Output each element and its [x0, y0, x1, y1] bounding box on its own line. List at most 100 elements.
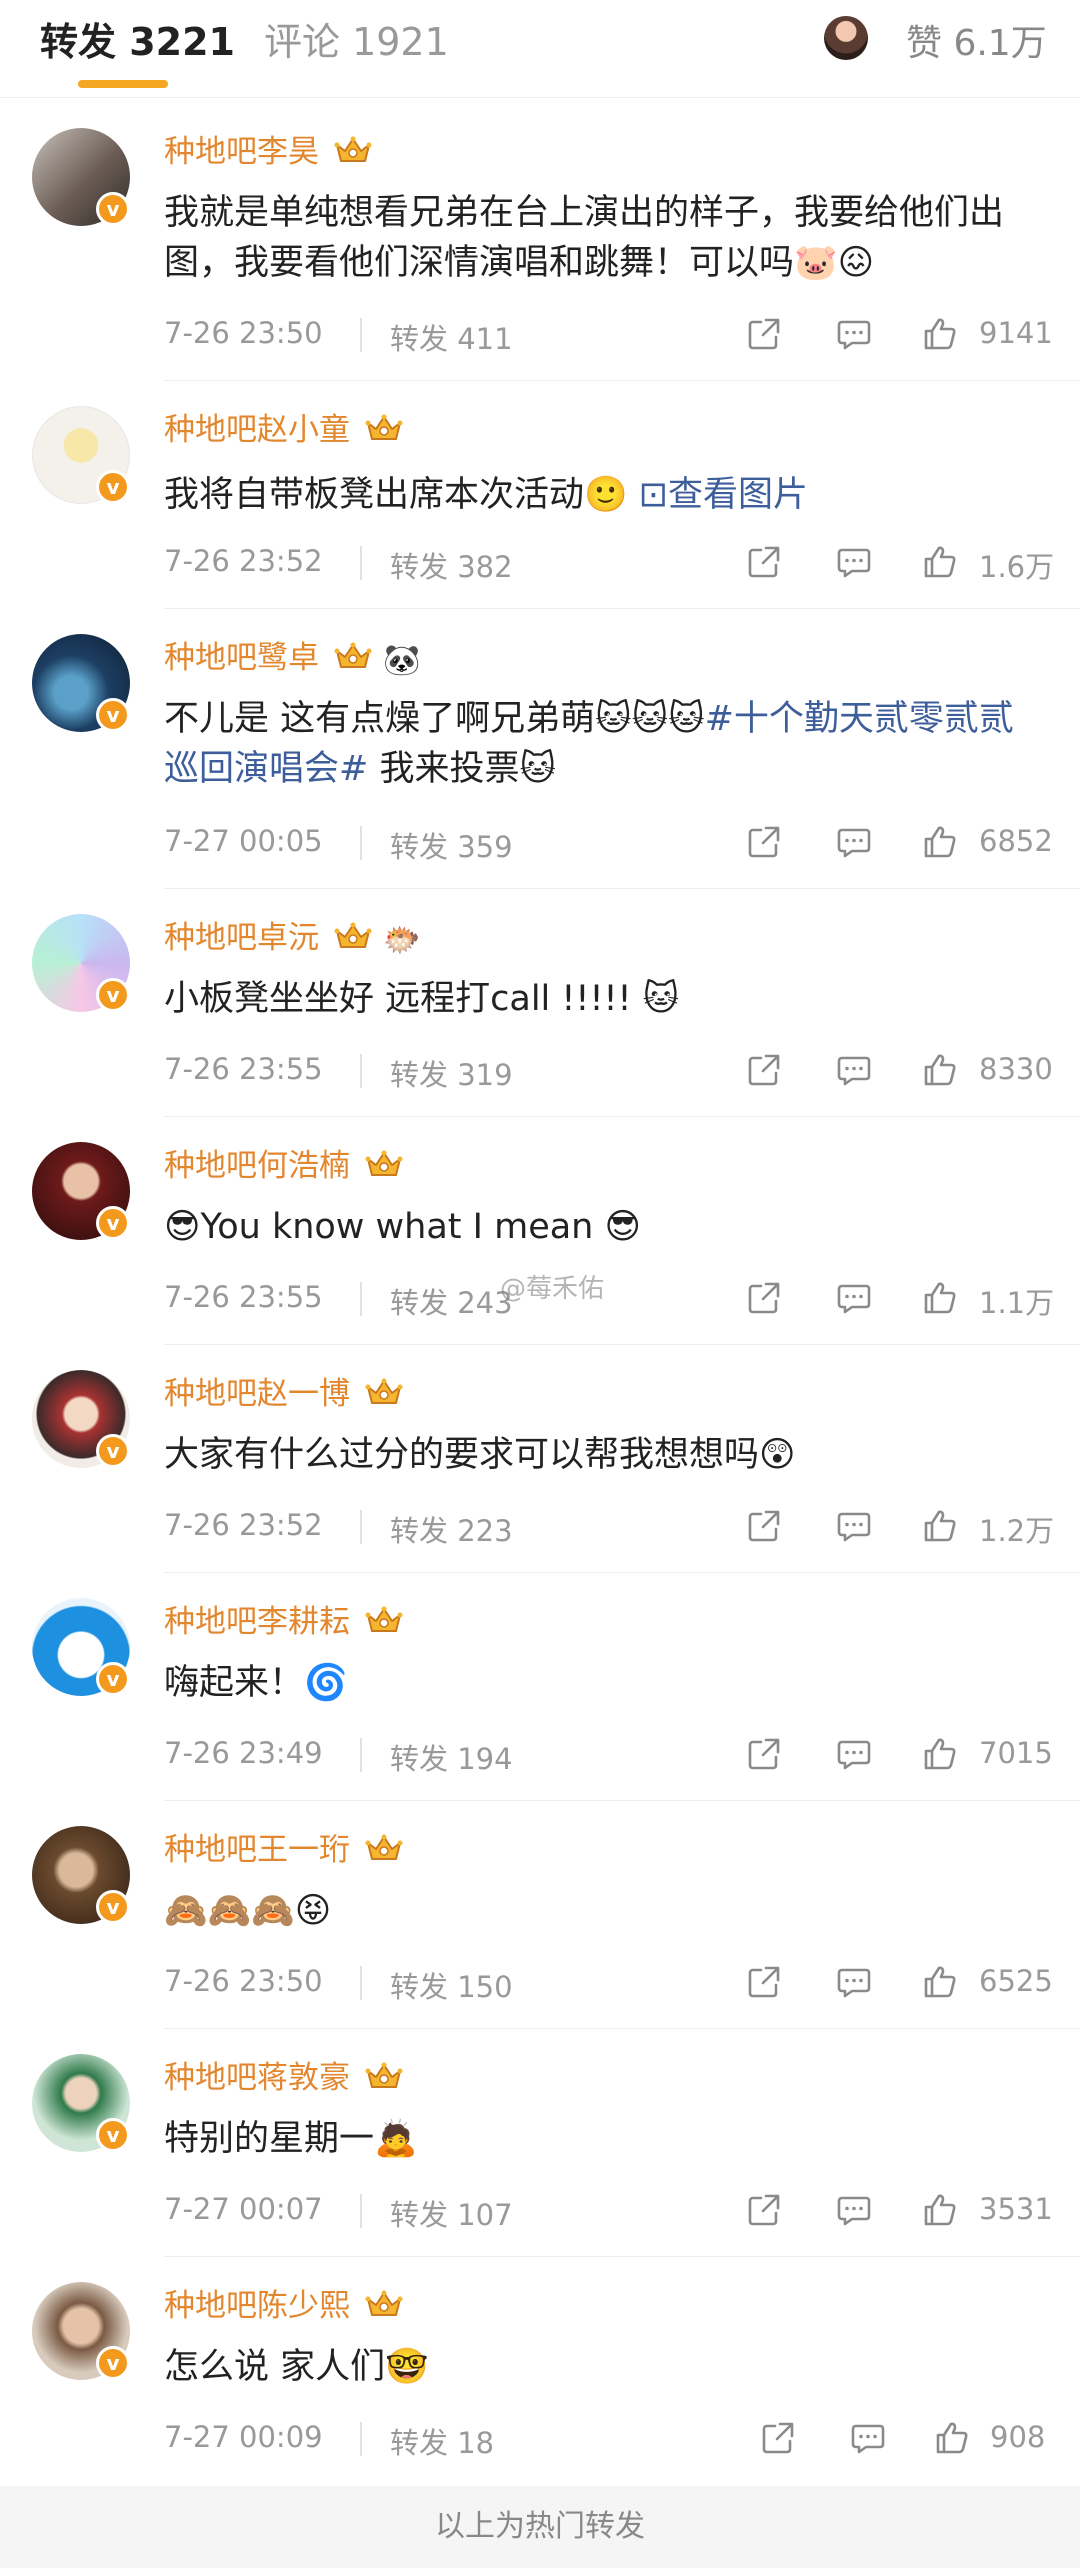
repost-text: 大家有什么过分的要求可以帮我想想吗😲 — [164, 1435, 796, 1475]
repost-meta: 7-26 23:50 转发 150 6525 — [164, 1960, 1054, 2004]
share-icon[interactable] — [746, 1964, 782, 2000]
avatar[interactable]: v — [32, 914, 130, 1012]
view-image-link[interactable]: ⊡查看图片 — [639, 475, 808, 515]
timestamp: 7-27 00:05 — [164, 824, 323, 858]
comment-icon[interactable] — [850, 2420, 886, 2456]
like-icon[interactable] — [922, 824, 958, 860]
share-icon[interactable] — [746, 824, 782, 860]
like-icon[interactable] — [922, 1508, 958, 1544]
like-icon[interactable] — [922, 1052, 958, 1088]
share-icon[interactable] — [760, 2420, 796, 2456]
avatar[interactable]: v — [32, 2054, 130, 2152]
divider — [164, 888, 1080, 889]
separator — [360, 1282, 362, 1316]
liker-avatar[interactable] — [824, 16, 868, 60]
avatar[interactable]: v — [32, 406, 130, 504]
tab-comments[interactable]: 评论 1921 — [264, 18, 449, 66]
verified-badge-icon: v — [96, 2118, 130, 2152]
crown-icon — [364, 1377, 404, 1409]
like-icon[interactable] — [922, 1736, 958, 1772]
user-name[interactable]: 种地吧蒋敦豪 — [164, 2058, 404, 2098]
like-icon[interactable] — [934, 2420, 970, 2456]
repost-text: 我将自带板凳出席本次活动🙂 ⊡查看图片 — [164, 475, 809, 515]
verified-badge-icon: v — [96, 698, 130, 732]
divider — [164, 1800, 1080, 1801]
comment-icon[interactable] — [836, 1964, 872, 2000]
comment-icon[interactable] — [836, 1508, 872, 1544]
repost-meta: 7-26 23:49 转发 194 7015 — [164, 1732, 1054, 1776]
timestamp: 7-26 23:49 — [164, 1736, 323, 1770]
repost-text: 特别的星期一🙇 — [164, 2119, 418, 2159]
timestamp: 7-26 23:52 — [164, 1508, 323, 1542]
user-name[interactable]: 种地吧赵一博 — [164, 1374, 404, 1414]
like-icon[interactable] — [922, 316, 958, 352]
share-icon[interactable] — [746, 1736, 782, 1772]
share-icon[interactable] — [746, 1280, 782, 1316]
user-name[interactable]: 种地吧赵小童 — [164, 410, 404, 450]
verified-badge-icon: v — [96, 2346, 130, 2380]
watermark: @莓禾佑 — [500, 1274, 605, 1304]
comment-icon[interactable] — [836, 544, 872, 580]
repost-count: 转发 359 — [390, 830, 513, 864]
avatar[interactable]: v — [32, 1598, 130, 1696]
divider — [164, 2028, 1080, 2029]
repost-count: 转发 319 — [390, 1058, 513, 1092]
tab-reposts[interactable]: 转发 3221 — [40, 18, 235, 66]
separator — [360, 1966, 362, 2000]
panda-icon: 🐼 — [383, 643, 421, 678]
share-icon[interactable] — [746, 1052, 782, 1088]
crown-icon — [364, 2061, 404, 2093]
like-icon[interactable] — [922, 2192, 958, 2228]
repost-count: 转发 194 — [390, 1742, 513, 1776]
comment-icon[interactable] — [836, 2192, 872, 2228]
verified-badge-icon: v — [96, 1434, 130, 1468]
like-count: 908 — [990, 2420, 1046, 2454]
share-icon[interactable] — [746, 544, 782, 580]
like-icon[interactable] — [922, 1280, 958, 1316]
share-icon[interactable] — [746, 1508, 782, 1544]
avatar[interactable]: v — [32, 2282, 130, 2380]
separator — [360, 1054, 362, 1088]
repost-text: 😎You know what I mean 😎 — [164, 1207, 641, 1247]
avatar[interactable]: v — [32, 1826, 130, 1924]
verified-badge-icon: v — [96, 978, 130, 1012]
separator — [360, 2194, 362, 2228]
avatar[interactable]: v — [32, 634, 130, 732]
timestamp: 7-26 23:55 — [164, 1280, 323, 1314]
divider — [164, 1116, 1080, 1117]
crown-icon — [364, 1833, 404, 1865]
avatar[interactable]: v — [32, 128, 130, 226]
likes-total[interactable]: 赞 6.1万 — [906, 22, 1047, 66]
repost-count: 转发 150 — [390, 1970, 513, 2004]
repost-text: 嗨起来！🌀 — [164, 1663, 348, 1703]
comment-icon[interactable] — [836, 1736, 872, 1772]
comment-icon[interactable] — [836, 1052, 872, 1088]
like-icon[interactable] — [922, 544, 958, 580]
user-name[interactable]: 种地吧卓沅 🐡 — [164, 918, 420, 961]
timestamp: 7-26 23:50 — [164, 1964, 323, 1998]
comment-icon[interactable] — [836, 824, 872, 860]
user-name[interactable]: 种地吧何浩楠 — [164, 1146, 404, 1186]
crown-icon — [333, 921, 373, 953]
divider — [164, 608, 1080, 609]
user-name[interactable]: 种地吧王一珩 — [164, 1830, 404, 1870]
like-count: 7015 — [979, 1736, 1053, 1770]
divider — [164, 380, 1080, 381]
verified-badge-icon: v — [96, 1890, 130, 1924]
user-name[interactable]: 种地吧李昊 — [164, 132, 373, 172]
user-name[interactable]: 种地吧李耕耘 — [164, 1602, 404, 1642]
crown-icon — [364, 2289, 404, 2321]
divider — [164, 2256, 1080, 2257]
share-icon[interactable] — [746, 2192, 782, 2228]
user-name[interactable]: 种地吧陈少熙 — [164, 2286, 404, 2326]
share-icon[interactable] — [746, 316, 782, 352]
crown-icon — [364, 413, 404, 445]
tab-bar: 转发 3221 评论 1921 赞 6.1万 — [0, 0, 1080, 98]
comment-icon[interactable] — [836, 316, 872, 352]
avatar[interactable]: v — [32, 1142, 130, 1240]
comment-icon[interactable] — [836, 1280, 872, 1316]
avatar[interactable]: v — [32, 1370, 130, 1468]
blowfish-icon: 🐡 — [383, 923, 421, 958]
user-name[interactable]: 种地吧鹭卓 🐼 — [164, 638, 420, 681]
like-icon[interactable] — [922, 1964, 958, 2000]
